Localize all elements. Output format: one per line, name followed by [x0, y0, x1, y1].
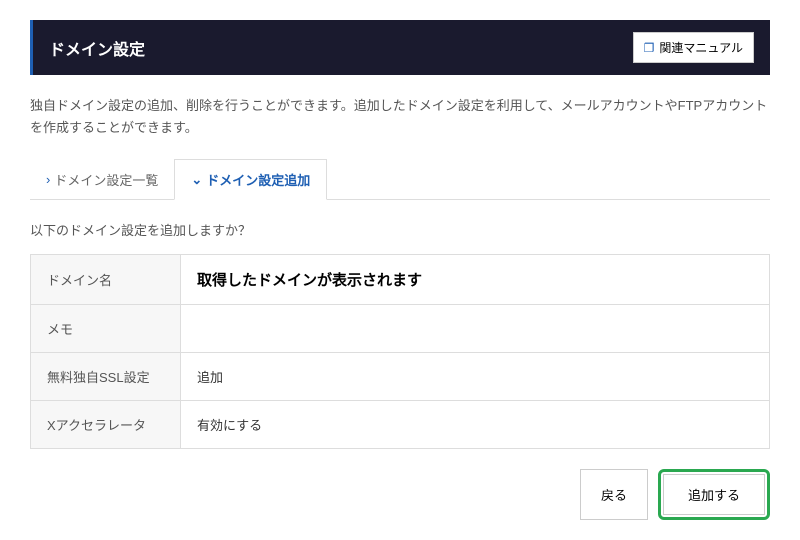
- related-manual-label: 関連マニュアル: [659, 39, 743, 56]
- back-button[interactable]: 戻る: [580, 469, 648, 520]
- table-row: ドメイン名 取得したドメインが表示されます: [31, 255, 770, 305]
- page-title: ドメイン設定: [49, 36, 145, 60]
- tab-label: ドメイン設定一覧: [54, 170, 158, 189]
- row-value-domain: 取得したドメインが表示されます: [181, 255, 770, 305]
- table-row: 無料独自SSL設定 追加: [31, 353, 770, 401]
- confirm-table: ドメイン名 取得したドメインが表示されます メモ 無料独自SSL設定 追加 Xア…: [30, 254, 770, 449]
- tab-label: ドメイン設定追加: [206, 170, 310, 189]
- related-manual-button[interactable]: ❐ 関連マニュアル: [633, 32, 754, 63]
- button-row: 戻る 追加する: [30, 469, 770, 520]
- chevron-down-icon: ⌄: [191, 172, 202, 188]
- table-row: メモ: [31, 305, 770, 353]
- row-label-memo: メモ: [31, 305, 181, 353]
- row-label-domain: ドメイン名: [31, 255, 181, 305]
- tab-domain-list[interactable]: › ドメイン設定一覧: [30, 159, 174, 199]
- row-value-xaccel: 有効にする: [181, 401, 770, 449]
- page-header: ドメイン設定 ❐ 関連マニュアル: [30, 20, 770, 75]
- row-value-memo: [181, 305, 770, 353]
- tab-bar: › ドメイン設定一覧 ⌄ ドメイン設定追加: [30, 159, 770, 200]
- chevron-right-icon: ›: [46, 172, 50, 187]
- row-label-ssl: 無料独自SSL設定: [31, 353, 181, 401]
- confirm-prompt: 以下のドメイン設定を追加しますか？: [30, 220, 770, 239]
- row-label-xaccel: Xアクセラレータ: [31, 401, 181, 449]
- add-button-highlight: 追加する: [658, 469, 770, 520]
- table-row: Xアクセラレータ 有効にする: [31, 401, 770, 449]
- row-value-ssl: 追加: [181, 353, 770, 401]
- add-button[interactable]: 追加する: [663, 474, 765, 515]
- page-description: 独自ドメイン設定の追加、削除を行うことができます。追加したドメイン設定を利用して…: [30, 95, 770, 139]
- tab-domain-add[interactable]: ⌄ ドメイン設定追加: [174, 159, 327, 200]
- book-icon: ❐: [644, 41, 655, 55]
